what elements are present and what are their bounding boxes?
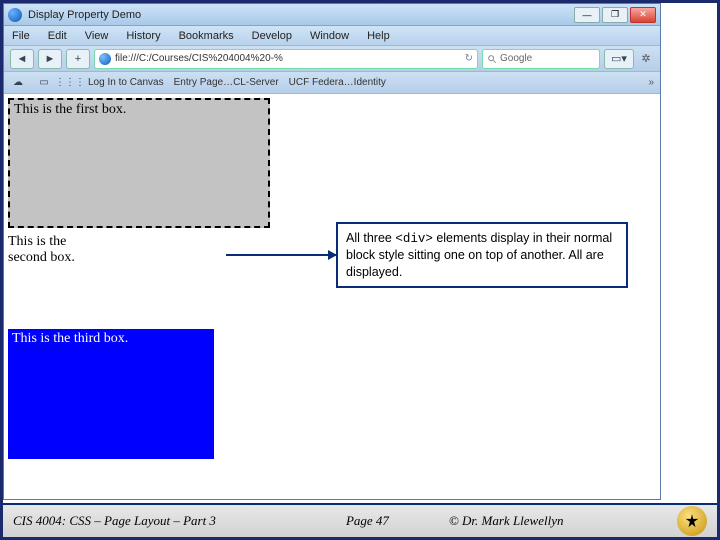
topsites-icon[interactable]: ⋮⋮⋮ [62, 76, 78, 90]
titlebar[interactable]: Display Property Demo — ❐ ✕ [4, 4, 660, 26]
app-icon [8, 8, 22, 22]
callout-box: All three <div> elements display in thei… [336, 222, 628, 288]
readinglist-icon[interactable]: ▭ [36, 76, 52, 90]
bookmark-bar: ☁ ▭ ⋮⋮⋮ Log In to Canvas Entry Page…CL-S… [4, 72, 660, 94]
menu-help[interactable]: Help [367, 30, 390, 42]
menu-bookmarks[interactable]: Bookmarks [179, 30, 234, 42]
url-bar[interactable]: file:///C:/Courses/CIS%204004%20-% ↻ [94, 49, 478, 69]
menu-develop[interactable]: Develop [252, 30, 292, 42]
reload-icon[interactable]: ↻ [465, 53, 473, 64]
gear-icon[interactable]: ✲ [638, 51, 654, 67]
search-bar[interactable]: Google [482, 49, 600, 69]
footer-mid: Page 47 [346, 513, 389, 529]
url-text: file:///C:/Courses/CIS%204004%20-% [115, 53, 283, 64]
page-menu-button[interactable]: ▭▾ [604, 49, 634, 69]
add-tab-button[interactable]: + [66, 49, 90, 69]
menu-history[interactable]: History [126, 30, 160, 42]
browser-window: Display Property Demo — ❐ ✕ File Edit Vi… [3, 3, 661, 500]
ucf-logo [677, 506, 707, 536]
close-button[interactable]: ✕ [630, 7, 656, 23]
demo-box-1: This is the first box. [8, 98, 270, 228]
minimize-button[interactable]: — [574, 7, 600, 23]
bookmark-ucf[interactable]: UCF Federa…Identity [289, 77, 386, 88]
menu-edit[interactable]: Edit [48, 30, 67, 42]
window-buttons: — ❐ ✕ [574, 7, 656, 23]
restore-button[interactable]: ❐ [602, 7, 628, 23]
callout-pre: All three [346, 231, 395, 245]
callout-code: <div> [395, 232, 433, 246]
globe-icon [99, 53, 111, 65]
slide-footer: CIS 4004: CSS – Page Layout – Part 3 Pag… [3, 503, 717, 537]
cloud-icon[interactable]: ☁ [10, 76, 26, 90]
bookmark-overflow[interactable]: » [648, 77, 654, 88]
footer-left: CIS 4004: CSS – Page Layout – Part 3 [13, 513, 216, 529]
footer-right: © Dr. Mark Llewellyn [449, 513, 564, 529]
bookmark-entry[interactable]: Entry Page…CL-Server [174, 77, 279, 88]
menu-bar: File Edit View History Bookmarks Develop… [4, 26, 660, 46]
menu-window[interactable]: Window [310, 30, 349, 42]
demo-box-2: This is the second box. [8, 234, 100, 266]
menu-view[interactable]: View [85, 30, 109, 42]
search-placeholder: Google [500, 53, 532, 64]
menu-file[interactable]: File [12, 30, 30, 42]
search-icon [487, 54, 497, 64]
page-content: This is the first box. This is the secon… [4, 94, 660, 499]
bookmark-canvas[interactable]: Log In to Canvas [88, 77, 164, 88]
forward-button[interactable]: ► [38, 49, 62, 69]
callout-arrow [226, 254, 336, 256]
toolbar: ◄ ► + file:///C:/Courses/CIS%204004%20-%… [4, 46, 660, 72]
window-title: Display Property Demo [28, 9, 574, 21]
demo-box-3: This is the third box. [8, 329, 214, 459]
back-button[interactable]: ◄ [10, 49, 34, 69]
